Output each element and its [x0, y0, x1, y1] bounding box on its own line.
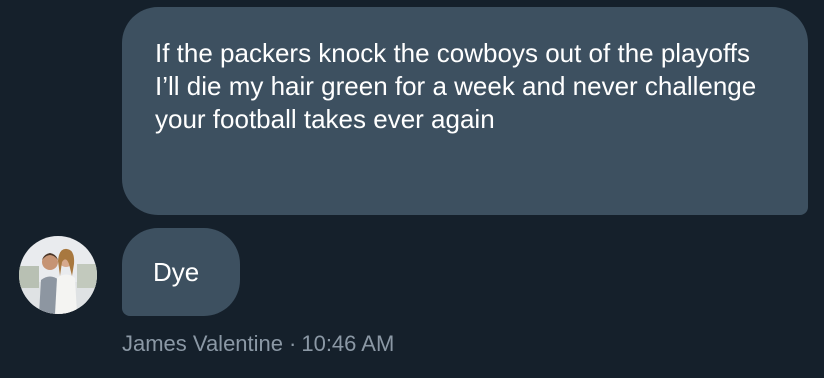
received-message-bubble[interactable]: Dye — [122, 228, 240, 316]
sent-message-bubble[interactable]: If the packers knock the cowboys out of … — [122, 7, 808, 215]
sent-message-text: If the packers knock the cowboys out of … — [155, 38, 757, 134]
message-timestamp: 10:46 AM — [301, 331, 395, 356]
avatar-photo-icon — [19, 236, 97, 314]
message-meta: James Valentine · 10:46 AM — [122, 330, 394, 358]
sender-name[interactable]: James Valentine — [122, 331, 283, 356]
sender-avatar[interactable] — [19, 236, 97, 314]
meta-separator: · — [289, 331, 297, 356]
received-message-text: Dye — [153, 257, 200, 287]
